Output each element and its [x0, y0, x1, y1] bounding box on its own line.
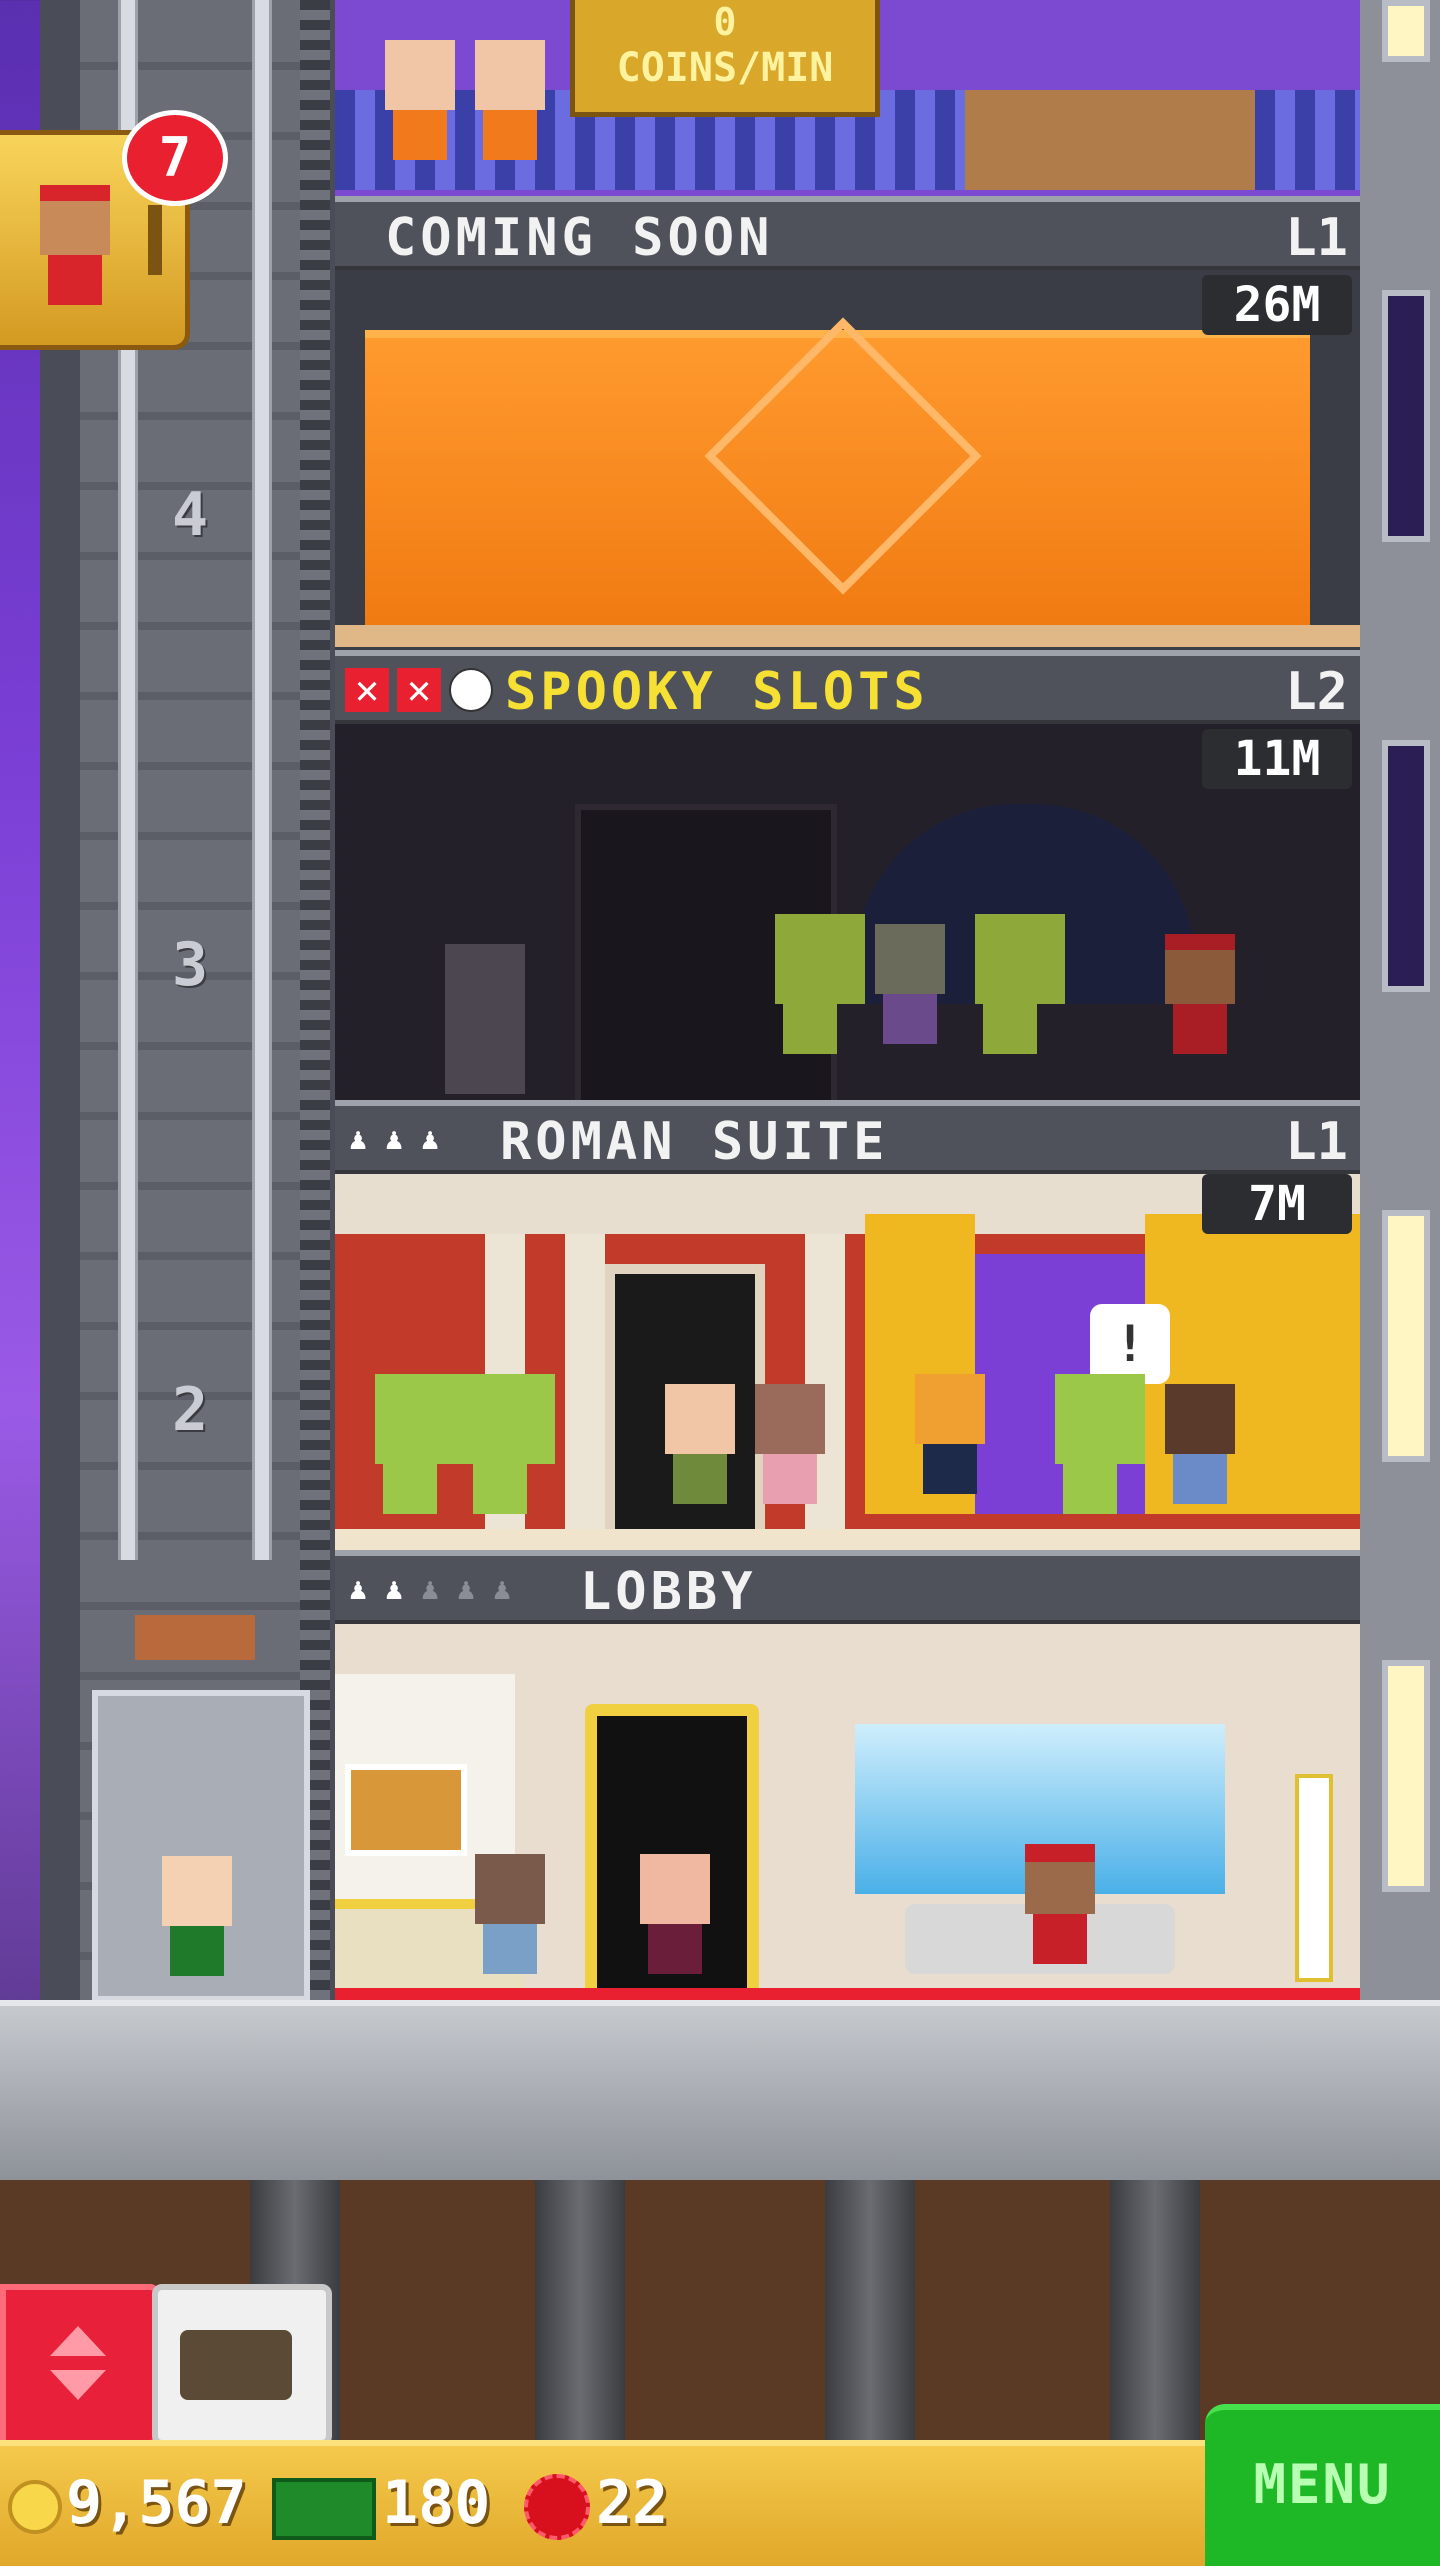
bellhop: [1025, 1844, 1095, 1964]
bux-icon: [272, 2478, 376, 2540]
floor-name: ROMAN SUITE: [500, 1112, 889, 1172]
bellhop-avatar: [40, 185, 110, 305]
elevator-passenger: [162, 1856, 232, 1976]
floor-header-coming-soon[interactable]: COMING SOON L1: [335, 196, 1360, 270]
construction-tarp: [365, 317, 1310, 628]
resident: [665, 1384, 735, 1504]
construction-worker: [475, 40, 545, 160]
vip-tokens-value: 22: [596, 2468, 669, 2538]
resident: [1165, 1384, 1235, 1504]
coins-per-min-value: 0: [713, 0, 737, 44]
resident-icon: ♟: [385, 1122, 404, 1157]
floor-spooky-slots[interactable]: 11M: [335, 724, 1360, 1106]
foundation-pillar: [535, 2180, 625, 2440]
resident: [465, 1374, 555, 1514]
visitor: [640, 1854, 710, 1974]
crate: [1105, 90, 1255, 190]
window: [1382, 0, 1430, 62]
resident-empty-icon: ♟: [457, 1572, 476, 1607]
x-icon: ✕: [345, 668, 389, 712]
visitor: [915, 1374, 985, 1494]
floor-name: SPOOKY SLOTS: [505, 662, 929, 722]
customer: [975, 914, 1065, 1054]
window: [1382, 740, 1430, 992]
floor-name: LOBBY: [580, 1562, 757, 1622]
floor-header-spooky-slots[interactable]: ✕ ✕ SPOOKY SLOTS L2: [335, 650, 1360, 724]
floor-header-lobby[interactable]: ♟ ♟ ♟ ♟ ♟ LOBBY: [335, 1550, 1360, 1624]
floor-coming-soon[interactable]: 26M: [335, 270, 1360, 650]
resident: [1055, 1374, 1145, 1514]
floor-level: L1: [1285, 1112, 1348, 1172]
floor-slab: [335, 625, 1360, 647]
floor-height-tag: 26M: [1202, 275, 1352, 335]
elevator-cab[interactable]: [92, 1690, 310, 2002]
foundation-pillar: [1110, 2180, 1200, 2440]
customer: [775, 914, 865, 1054]
resident-empty-icon: ♟: [493, 1572, 512, 1607]
x-icon: ✕: [397, 668, 441, 712]
floor-roman-suite[interactable]: ! 7M: [335, 1174, 1360, 1554]
coins-per-min-banner: 0 COINS/MIN: [570, 0, 880, 117]
resident: [375, 1374, 465, 1514]
speech-bubble-icon: !: [1090, 1304, 1170, 1384]
resident-empty-icon: ♟: [421, 1572, 440, 1607]
ground-slab: [0, 2000, 1440, 2186]
column: [565, 1234, 605, 1534]
foundation-pillar: [825, 2180, 915, 2440]
elevator-floor-number: 4: [171, 480, 209, 550]
window: [1382, 1660, 1430, 1892]
construction-worker: [385, 40, 455, 160]
briefcase-icon: [180, 2330, 292, 2400]
construction-sign-icon: [704, 317, 982, 595]
floor-lobby[interactable]: [335, 1624, 1360, 2018]
resident: [755, 1384, 825, 1504]
floor-height-tag: 11M: [1202, 729, 1352, 789]
elevator-floor-number: 3: [171, 930, 209, 1000]
clock-icon: [449, 668, 493, 712]
floor-height-tag: 7M: [1202, 1174, 1352, 1234]
lobby-carpet-edge: [335, 1988, 1360, 2000]
resident-icon: ♟: [421, 1122, 440, 1157]
elevator-control-button[interactable]: [0, 2284, 160, 2446]
customer: [875, 924, 945, 1044]
elevator-rail: [252, 0, 272, 1560]
vip-token-icon: [524, 2474, 590, 2540]
coin-icon: [8, 2480, 62, 2534]
floor-header-roman-suite[interactable]: ♟ ♟ ♟ ROMAN SUITE L1: [335, 1100, 1360, 1174]
arrow-down-icon: [50, 2370, 106, 2400]
menu-button[interactable]: MENU: [1205, 2404, 1440, 2566]
coins-per-min-label: COINS/MIN: [616, 45, 834, 91]
resident-icon: ♟: [349, 1122, 368, 1157]
elevator-counterweight: [135, 1615, 255, 1660]
elevator-floor-number: 2: [171, 1375, 209, 1445]
arrow-up-icon: [50, 2326, 106, 2356]
coins-value: 9,567: [66, 2468, 247, 2538]
floor-level: L2: [1285, 662, 1348, 722]
resident-icon: ♟: [349, 1572, 368, 1607]
window: [1382, 1210, 1430, 1462]
window: [1382, 290, 1430, 542]
floor-lamp: [1295, 1774, 1333, 1982]
floor-level: L1: [1285, 208, 1348, 268]
bux-value: 180: [382, 2468, 491, 2538]
slot-machine: [445, 944, 525, 1094]
visitor: [475, 1854, 545, 1974]
exclamation-icon: [148, 205, 162, 275]
wall-painting: [345, 1764, 467, 1856]
inventory-button[interactable]: [152, 2284, 332, 2446]
floor-name: COMING SOON: [385, 208, 774, 268]
bellhop: [1165, 934, 1235, 1054]
notification-badge: 7: [122, 110, 228, 206]
floor-slab: [335, 1529, 1360, 1551]
resident-icon: ♟: [385, 1572, 404, 1607]
